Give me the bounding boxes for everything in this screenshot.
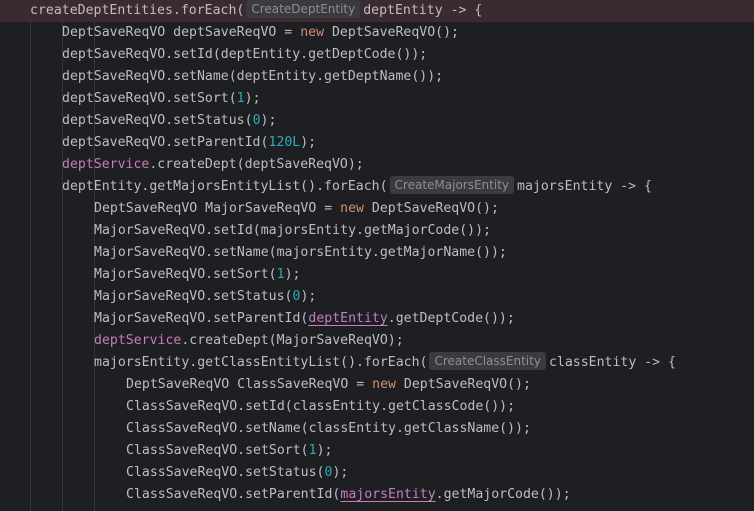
code-line-current[interactable]: createDeptEntities.forEach(CreateDeptEnt…	[0, 0, 754, 22]
code-token: .createDept(MajorSaveReqVO);	[181, 333, 404, 348]
code-token: 1	[236, 91, 245, 106]
code-token: deptEntity.getMajorsEntityList().forEach…	[62, 179, 388, 194]
code-line[interactable]: deptSaveReqVO.setStatus(0);	[0, 110, 754, 132]
code-line[interactable]: deptService.createDept(deptSaveReqVO);	[0, 154, 754, 176]
code-token: majorsEntity -> {	[517, 179, 652, 194]
code-token: ClassSaveReqVO.setStatus(	[126, 465, 325, 480]
code-line[interactable]: ClassSaveReqVO.setSort(1);	[0, 440, 754, 462]
code-token: );	[316, 443, 333, 458]
code-line[interactable]: MajorSaveReqVO.setParentId(deptEntity.ge…	[0, 308, 754, 330]
code-line[interactable]: MajorSaveReqVO.setStatus(0);	[0, 286, 754, 308]
code-token: );	[300, 289, 317, 304]
code-token: );	[284, 267, 301, 282]
code-token: createDeptEntities.forEach(	[30, 3, 245, 18]
code-token: deptSaveReqVO.setStatus(	[62, 113, 253, 128]
code-line[interactable]: ClassSaveReqVO.setId(classEntity.getClas…	[0, 396, 754, 418]
code-token: );	[332, 465, 349, 480]
code-token: MajorSaveReqVO.setStatus(	[94, 289, 293, 304]
code-line[interactable]: DeptSaveReqVO deptSaveReqVO = new DeptSa…	[0, 22, 754, 44]
code-line[interactable]: DeptSaveReqVO ClassSaveReqVO = new DeptS…	[0, 374, 754, 396]
code-editor[interactable]: createDeptEntities.forEach(CreateDeptEnt…	[0, 0, 754, 511]
inlay-type-hint: CreateClassEntity	[429, 352, 546, 370]
code-token: new	[340, 201, 364, 216]
inlay-type-hint: CreateDeptEntity	[246, 0, 361, 18]
code-token: MajorSaveReqVO.setSort(	[94, 267, 277, 282]
code-line[interactable]: MajorSaveReqVO.setSort(1);	[0, 264, 754, 286]
code-token: deptEntity	[308, 311, 388, 326]
code-token: DeptSaveReqVO MajorSaveReqVO =	[94, 201, 341, 216]
code-token: ClassSaveReqVO.setParentId(	[126, 487, 341, 502]
code-token: ClassSaveReqVO.setSort(	[126, 443, 309, 458]
code-token: majorsEntity	[340, 487, 436, 502]
code-token: 1	[308, 443, 317, 458]
code-line[interactable]: ClassSaveReqVO.setStatus(0);	[0, 462, 754, 484]
code-token: );	[244, 91, 261, 106]
code-token: 0	[252, 113, 261, 128]
code-token: deptSaveReqVO.setName(deptEntity.getDept…	[62, 69, 444, 84]
code-token: DeptSaveReqVO ClassSaveReqVO =	[126, 377, 373, 392]
code-token: );	[300, 135, 317, 150]
code-token: DeptSaveReqVO();	[395, 377, 531, 392]
code-token: new	[372, 377, 396, 392]
code-token: MajorSaveReqVO.setName(majorsEntity.getM…	[94, 245, 507, 260]
code-token: ClassSaveReqVO.setId(classEntity.getClas…	[126, 399, 516, 414]
code-token: deptService	[62, 157, 150, 172]
code-line[interactable]: DeptSaveReqVO MajorSaveReqVO = new DeptS…	[0, 198, 754, 220]
code-token: DeptSaveReqVO();	[363, 201, 499, 216]
code-token: 120L	[268, 135, 301, 150]
code-token: );	[260, 113, 277, 128]
code-token: MajorSaveReqVO.setParentId(	[94, 311, 309, 326]
code-token: classEntity -> {	[548, 355, 676, 370]
code-token: DeptSaveReqVO();	[324, 25, 459, 40]
code-token: DeptSaveReqVO deptSaveReqVO =	[62, 25, 301, 40]
code-token: 1	[276, 267, 285, 282]
code-token: .getMajorCode());	[435, 487, 571, 502]
code-line[interactable]: majorsEntity.getClassEntityList().forEac…	[0, 352, 754, 374]
code-token: deptSaveReqVO.setParentId(	[62, 135, 269, 150]
code-line[interactable]: deptSaveReqVO.setId(deptEntity.getDeptCo…	[0, 44, 754, 66]
code-line[interactable]: deptSaveReqVO.setName(deptEntity.getDept…	[0, 66, 754, 88]
code-line[interactable]: deptService.createDept(MajorSaveReqVO);	[0, 330, 754, 352]
code-line[interactable]: deptEntity.getMajorsEntityList().forEach…	[0, 176, 754, 198]
code-line[interactable]: deptSaveReqVO.setParentId(120L);	[0, 132, 754, 154]
inlay-type-hint: CreateMajorsEntity	[389, 176, 515, 194]
code-token: deptEntity -> {	[363, 3, 483, 18]
code-token: ClassSaveReqVO.setName(classEntity.getCl…	[126, 421, 531, 436]
code-line[interactable]: deptSaveReqVO.setSort(1);	[0, 88, 754, 110]
code-line[interactable]: MajorSaveReqVO.setName(majorsEntity.getM…	[0, 242, 754, 264]
code-token: majorsEntity.getClassEntityList().forEac…	[94, 355, 428, 370]
code-line[interactable]: ClassSaveReqVO.setParentId(majorsEntity.…	[0, 484, 754, 506]
code-line[interactable]: MajorSaveReqVO.setId(majorsEntity.getMaj…	[0, 220, 754, 242]
code-line[interactable]: ClassSaveReqVO.setName(classEntity.getCl…	[0, 418, 754, 440]
code-token: deptService	[94, 333, 182, 348]
code-token: deptSaveReqVO.setSort(	[62, 91, 237, 106]
code-token: deptSaveReqVO.setId(deptEntity.getDeptCo…	[62, 47, 428, 62]
code-token: .createDept(deptSaveReqVO);	[149, 157, 364, 172]
code-token: MajorSaveReqVO.setId(majorsEntity.getMaj…	[94, 223, 491, 238]
code-token: new	[300, 25, 325, 40]
code-token: .getDeptCode());	[387, 311, 515, 326]
